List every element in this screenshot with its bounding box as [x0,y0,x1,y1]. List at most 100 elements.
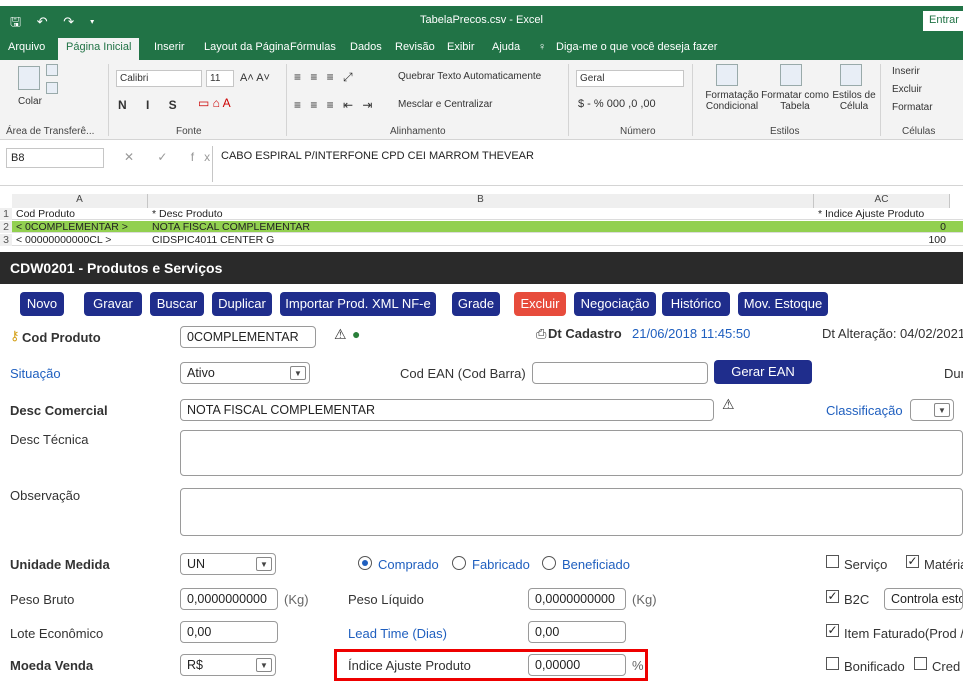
font-color-icon[interactable]: ▭ ⌂ A [198,96,231,110]
radio-comprado-label[interactable]: Comprado [378,557,439,572]
mov-estoque-button[interactable]: Mov. Estoque [738,292,828,316]
tab-exibir[interactable]: Exibir [447,41,475,53]
row-number: 2 [0,221,12,233]
tell-me-search[interactable]: Diga-me o que você deseja fazer [556,41,717,53]
number-format-icons[interactable]: $ - % 000 ,0 ,00 [578,98,656,110]
cod-produto-input[interactable]: 0COMPLEMENTAR [180,326,316,348]
cod-ean-label: Cod EAN (Cod Barra) [400,366,526,381]
globe-icon[interactable]: ● [352,326,360,342]
cell-styles-button[interactable]: Estilos de Célula [832,90,876,112]
bonificado-checkbox[interactable] [826,657,839,670]
col-header-a[interactable]: A [12,194,148,208]
item-faturado-checkbox[interactable]: ✓ [826,624,839,637]
format-table-button[interactable]: Formatar como Tabela [760,90,830,112]
novo-button[interactable]: Novo [20,292,64,316]
paste-icon[interactable] [18,66,40,90]
chevron-down-icon: ▼ [934,403,950,417]
tab-dados[interactable]: Dados [350,41,382,53]
tab-layout[interactable]: Layout da Página [204,41,290,53]
cell[interactable]: < 00000000000CL > [16,234,111,246]
servico-checkbox[interactable] [826,555,839,568]
bug-icon[interactable]: ⚠ [334,326,347,343]
gravar-button[interactable]: Gravar [84,292,142,316]
font-size-select[interactable]: 11 [206,70,234,87]
bold-italic-underline-icons[interactable]: N I S [118,98,185,112]
col-header-ac[interactable]: AC [814,194,950,208]
cell[interactable]: Cod Produto [16,208,75,220]
wrap-text-button[interactable]: Quebrar Texto Automaticamente [398,71,541,82]
tab-arquivo[interactable]: Arquivo [8,41,45,53]
align-top-icons[interactable]: ≡ ≡ ≡ ⤢ [294,70,356,85]
controla-estoque-select[interactable]: Controla esto [884,588,963,610]
desc-comercial-input[interactable]: NOTA FISCAL COMPLEMENTAR [180,399,714,421]
lightbulb-icon: ♀ [538,41,547,53]
cod-ean-input[interactable] [532,362,708,384]
radio-beneficiado[interactable] [542,556,556,570]
classificacao-select[interactable]: ▼ [910,399,954,421]
tab-pagina-inicial[interactable]: Página Inicial [58,38,140,60]
cred-checkbox[interactable] [914,657,927,670]
number-format-select[interactable]: Geral [576,70,684,87]
lead-time-label[interactable]: Lead Time (Dias) [348,626,447,641]
font-grow-icon[interactable]: A˄ A˅ [240,72,270,84]
copy-icon[interactable] [46,82,58,94]
radio-comprado[interactable] [358,556,372,570]
tab-inserir[interactable]: Inserir [154,41,185,53]
cell[interactable]: * Indice Ajuste Produto [818,208,924,220]
grade-button[interactable]: Grade [452,292,500,316]
negociacao-button[interactable]: Negociação [574,292,656,316]
cell[interactable]: 0 [818,221,946,233]
font-name-select[interactable]: Calibri [116,70,202,87]
merge-center-button[interactable]: Mesclar e Centralizar [398,99,492,110]
delete-cells-button[interactable]: Excluir [892,84,922,95]
paste-label[interactable]: Colar [18,96,42,107]
historico-button[interactable]: Histórico [662,292,730,316]
lote-input[interactable]: 0,00 [180,621,278,643]
divider [286,64,287,136]
cut-icon[interactable] [46,64,58,76]
b2c-checkbox[interactable]: ✓ [826,590,839,603]
conditional-format-button[interactable]: Formatação Condicional [700,90,764,112]
cell[interactable]: < 0COMPLEMENTAR > [16,221,128,233]
situacao-label[interactable]: Situação [10,366,61,381]
radio-fabricado-label[interactable]: Fabricado [472,557,530,572]
conditional-format-icon[interactable] [716,64,738,86]
table-row: 1 Cod Produto * Desc Produto * Indice Aj… [0,208,963,220]
lead-time-input[interactable]: 0,00 [528,621,626,643]
formula-input[interactable]: CABO ESPIRAL P/INTERFONE CPD CEI MARROM … [212,146,963,182]
peso-liquido-input[interactable]: 0,0000000000 [528,588,626,610]
col-header-b[interactable]: B [148,194,814,208]
situacao-select[interactable]: Ativo ▼ [180,362,310,384]
gerar-ean-button[interactable]: Gerar EAN [714,360,812,384]
radio-fabricado[interactable] [452,556,466,570]
name-box[interactable]: B8 [6,148,104,168]
peso-bruto-input[interactable]: 0,0000000000 [180,588,278,610]
classificacao-label[interactable]: Classificação [826,403,903,418]
radio-beneficiado-label[interactable]: Beneficiado [562,557,630,572]
cell[interactable]: 100 [818,234,946,246]
observacao-textarea[interactable] [180,488,963,536]
tab-ajuda[interactable]: Ajuda [492,41,520,53]
format-table-icon[interactable] [780,64,802,86]
duplicar-button[interactable]: Duplicar [212,292,272,316]
signin-button[interactable]: Entrar [923,11,963,31]
align-icons[interactable]: ≡ ≡ ≡ ⇤ ⇥ [294,98,375,112]
moeda-venda-select[interactable]: R$ ▼ [180,654,276,676]
excluir-button[interactable]: Excluir [514,292,566,316]
tab-revisao[interactable]: Revisão [395,41,435,53]
desc-tecnica-textarea[interactable] [180,430,963,476]
format-cells-button[interactable]: Formatar [892,102,933,113]
cell[interactable]: * Desc Produto [152,208,223,220]
bug-icon[interactable]: ⚠ [722,396,735,413]
unidade-medida-select[interactable]: UN ▼ [180,553,276,575]
insert-cells-button[interactable]: Inserir [892,66,920,77]
cell[interactable]: NOTA FISCAL COMPLEMENTAR [152,221,310,233]
import-xml-button[interactable]: Importar Prod. XML NF-e [280,292,436,316]
buscar-button[interactable]: Buscar [150,292,204,316]
tab-formulas[interactable]: Fórmulas [290,41,336,53]
formula-icons[interactable]: ✕ ✓ fx [124,150,220,164]
cell-styles-icon[interactable] [840,64,862,86]
peso-liquido-label: Peso Líquido [348,592,424,607]
cell[interactable]: CIDSPIC4011 CENTER G [152,234,274,246]
materia-checkbox[interactable]: ✓ [906,555,919,568]
